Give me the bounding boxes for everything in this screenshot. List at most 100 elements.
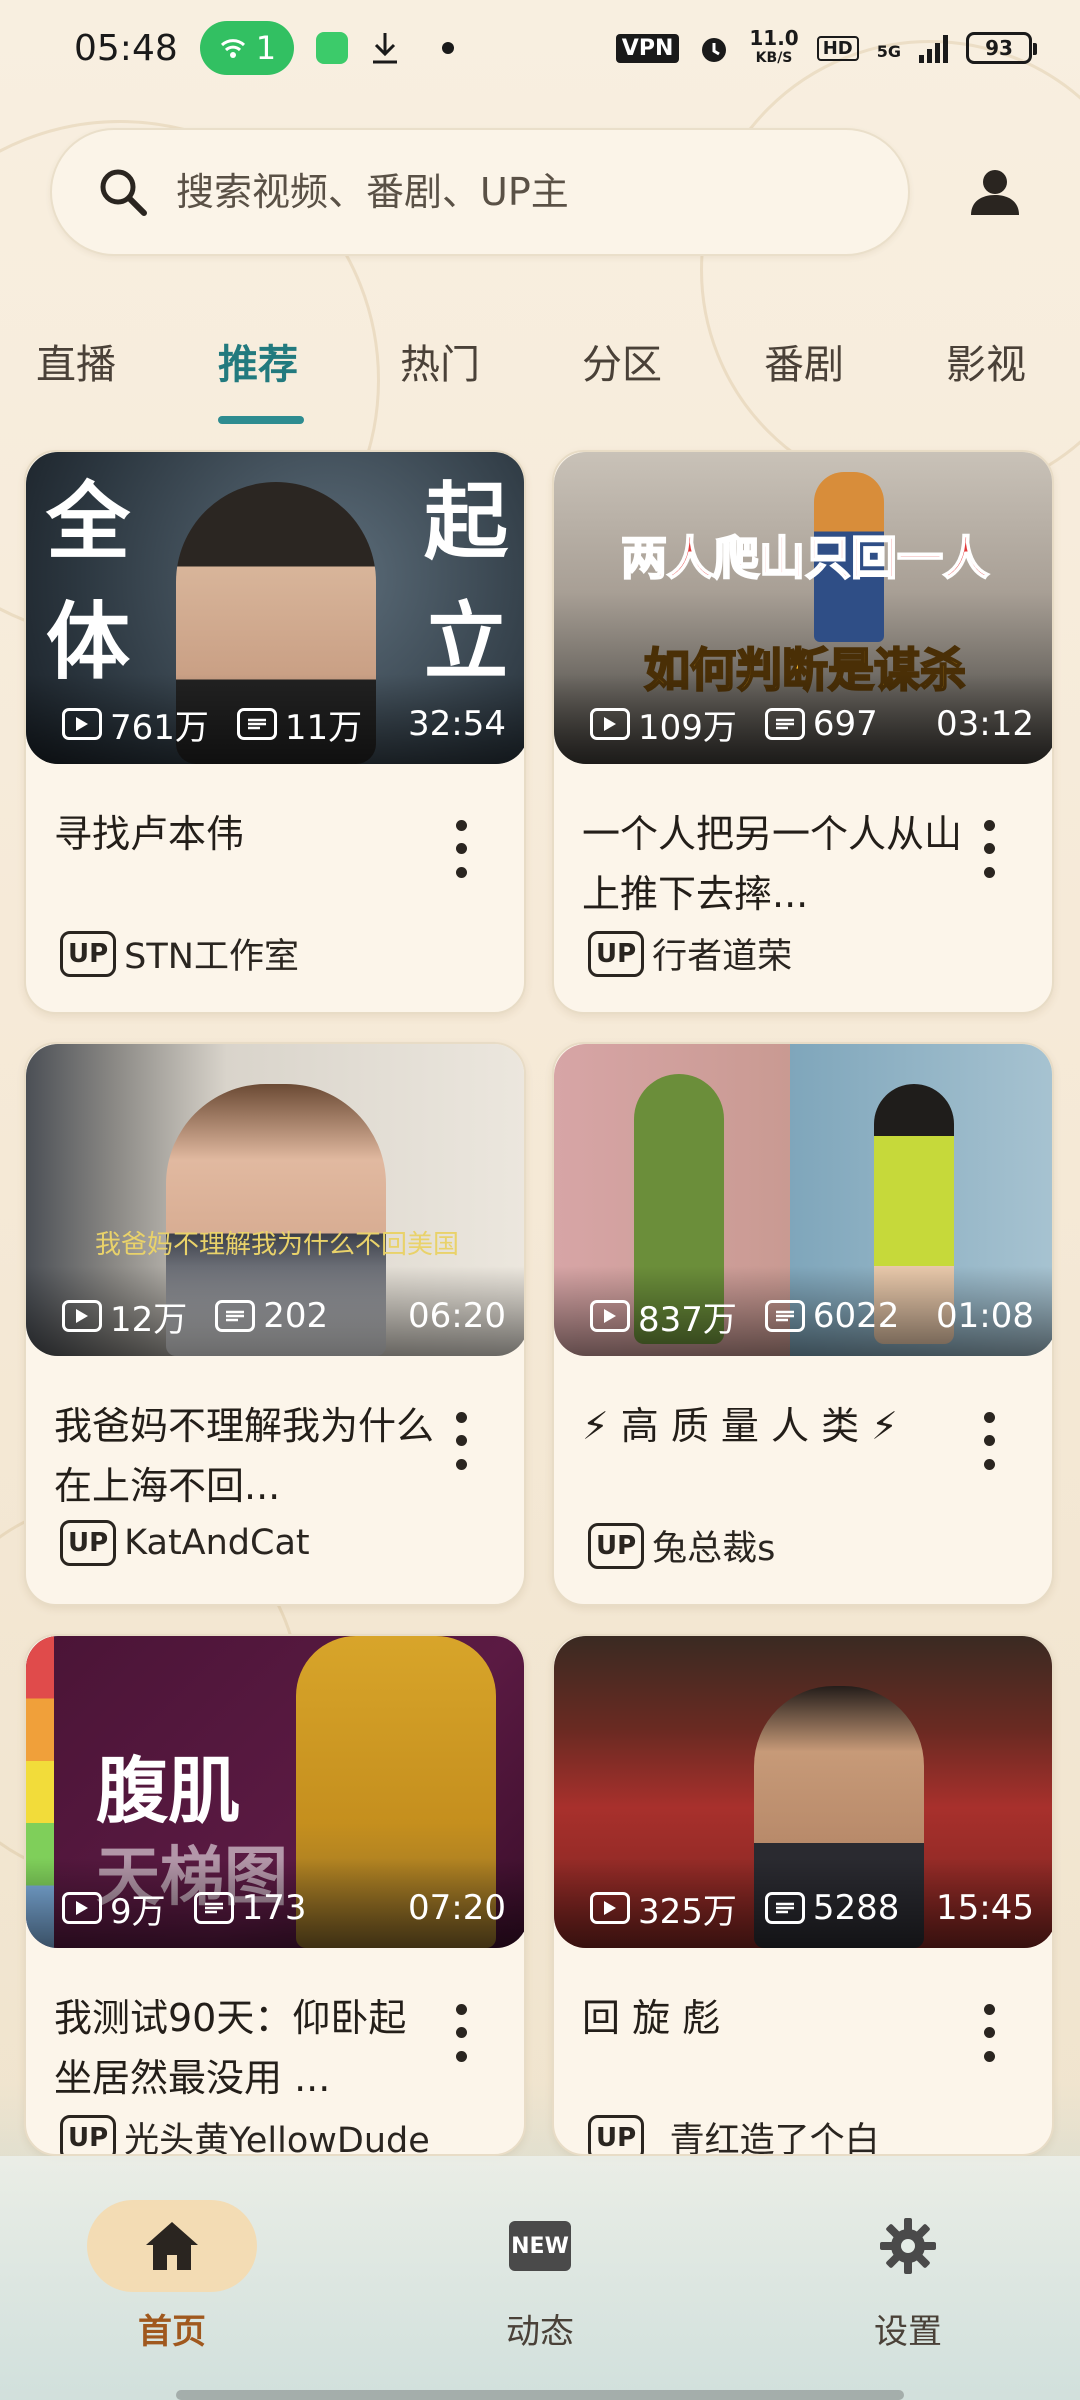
video-title[interactable]: 我测试90天：仰卧起坐居然最没用 ... — [54, 1988, 434, 2108]
video-card[interactable]: 我爸妈不理解我为什么不回美国 12万 202 06:20 我爸妈不理解我为什么在… — [24, 1042, 526, 1606]
video-thumbnail[interactable]: 325万 5288 15:45 — [554, 1636, 1052, 1948]
danmaku-count: 202 — [263, 1296, 329, 1336]
search-bar[interactable] — [50, 128, 910, 256]
view-count: 761万 — [110, 707, 209, 748]
danmaku-count: 173 — [241, 1888, 307, 1928]
video-thumbnail[interactable]: 两人爬山只回一人 如何判断是谋杀 109万 697 03:12 — [554, 452, 1052, 764]
notification-dot-icon — [442, 42, 455, 54]
nav-dynamics-label: 动态 — [506, 2312, 574, 2352]
search-row — [50, 128, 1030, 256]
view-count: 109万 — [638, 707, 737, 748]
thumbnail-text-left: 全 体 — [46, 473, 131, 691]
hd-badge: HD — [816, 35, 859, 61]
video-title[interactable]: 一个人把另一个人从山上推下去摔... — [582, 804, 962, 924]
video-duration: 03:12 — [936, 704, 1034, 744]
thumbnail-caption: 我爸妈不理解我为什么不回美国 — [94, 1230, 459, 1260]
tab-indicator — [218, 416, 304, 424]
danmaku-icon — [764, 708, 805, 740]
video-duration: 15:45 — [936, 1888, 1034, 1928]
download-icon — [373, 33, 398, 64]
video-thumbnail[interactable]: 全 体 起 立 761万 11万 32:54 — [26, 452, 524, 764]
more-options-button[interactable] — [974, 1998, 1004, 2068]
tab-zones[interactable]: 分区 — [582, 332, 662, 390]
gesture-bar[interactable] — [176, 2390, 904, 2400]
tab-live[interactable]: 直播 — [36, 332, 116, 390]
video-thumbnail[interactable]: 腹肌 天梯图 9万 173 07:20 — [26, 1636, 524, 1948]
nav-home[interactable]: 首页 — [72, 2200, 272, 2353]
tab-hot[interactable]: 热门 — [400, 332, 480, 390]
danmaku-count: 6022 — [812, 1296, 900, 1336]
danmaku-count: 697 — [812, 704, 878, 744]
gear-icon — [880, 2218, 936, 2274]
danmaku-icon — [215, 1300, 256, 1332]
danmaku-icon — [236, 708, 277, 740]
message-app-icon — [316, 32, 349, 64]
nav-dynamics-pill: NEW — [455, 2200, 625, 2292]
thumbnail-text-right: 起 立 — [423, 473, 508, 691]
nav-settings-label: 设置 — [874, 2312, 942, 2352]
user-icon — [971, 170, 1019, 215]
tab-bangumi[interactable]: 番剧 — [764, 332, 844, 390]
uploader[interactable]: UP _青红造了个白_ — [588, 2112, 898, 2156]
danmaku-icon — [764, 1300, 805, 1332]
tab-recommend[interactable]: 推荐 — [218, 332, 298, 390]
more-options-button[interactable] — [446, 1998, 476, 2068]
profile-button[interactable] — [960, 157, 1030, 227]
alarm-icon — [702, 38, 727, 62]
uploader[interactable]: UP 光头黄YellowDude — [60, 2112, 430, 2156]
video-stats: 325万 5288 15:45 — [554, 1886, 1052, 1932]
video-thumbnail[interactable]: 837万 6022 01:08 — [554, 1044, 1052, 1356]
danmaku-icon — [764, 1892, 805, 1924]
more-options-button[interactable] — [974, 1406, 1004, 1476]
video-thumbnail[interactable]: 我爸妈不理解我为什么不回美国 12万 202 06:20 — [26, 1044, 524, 1356]
search-input[interactable] — [176, 170, 816, 214]
video-title[interactable]: 回 旋 彪 — [582, 1988, 962, 2048]
play-count-icon — [590, 708, 630, 740]
more-options-button[interactable] — [446, 814, 476, 884]
uploader-name: _青红造了个白_ — [652, 2121, 898, 2156]
more-options-button[interactable] — [974, 814, 1004, 884]
video-title[interactable]: ⚡ 高 质 量 人 类 ⚡ — [582, 1396, 962, 1456]
video-stats: 12万 202 06:20 — [26, 1294, 524, 1340]
up-badge-icon: UP — [588, 1522, 645, 1569]
vpn-badge: VPN — [615, 33, 680, 63]
uploader[interactable]: UP 兔总裁s — [588, 1520, 775, 1571]
video-title[interactable]: 寻找卢本伟 — [54, 804, 434, 864]
video-duration: 06:20 — [408, 1296, 506, 1336]
more-options-button[interactable] — [446, 1406, 476, 1476]
home-icon — [146, 2222, 198, 2270]
nav-settings-pill — [823, 2200, 993, 2292]
uploader[interactable]: UP 行者道荣 — [588, 928, 792, 979]
play-count-icon — [62, 708, 102, 740]
video-stats: 109万 697 03:12 — [554, 702, 1052, 748]
nav-settings[interactable]: 设置 — [808, 2200, 1008, 2353]
video-stats: 761万 11万 32:54 — [26, 702, 524, 748]
video-card[interactable]: 两人爬山只回一人 如何判断是谋杀 109万 697 03:12 一个人把另一个人… — [552, 450, 1054, 1014]
uploader-name: STN工作室 — [124, 937, 299, 977]
view-count: 837万 — [638, 1299, 737, 1340]
nav-dynamics[interactable]: NEW 动态 — [440, 2200, 640, 2353]
video-title[interactable]: 我爸妈不理解我为什么在上海不回... — [54, 1396, 434, 1516]
video-card[interactable]: 325万 5288 15:45 回 旋 彪 UP _青红造了个白_ — [552, 1634, 1054, 2156]
up-badge-icon: UP — [60, 2114, 117, 2154]
uploader[interactable]: UP STN工作室 — [60, 928, 299, 979]
video-duration: 01:08 — [936, 1296, 1034, 1336]
bottom-navigation: 首页 NEW 动态 设置 — [0, 2156, 1080, 2400]
signal-icon — [919, 33, 948, 63]
video-card[interactable]: 全 体 起 立 761万 11万 32:54 寻找卢本伟 UP STN工作室 — [24, 450, 526, 1014]
uploader-name: 光头黄YellowDude — [124, 2121, 430, 2156]
video-card[interactable]: 837万 6022 01:08 ⚡ 高 质 量 人 类 ⚡ UP 兔总裁s — [552, 1042, 1054, 1606]
up-badge-icon: UP — [60, 930, 117, 977]
up-badge-icon: UP — [588, 2114, 645, 2154]
danmaku-count: 11万 — [284, 707, 363, 748]
hotspot-indicator: 1 — [199, 21, 295, 75]
danmaku-icon — [193, 1892, 234, 1924]
uploader-name: 行者道荣 — [652, 937, 793, 977]
hotspot-count: 1 — [255, 29, 277, 67]
uploader[interactable]: UP KatAndCat — [60, 1520, 310, 1566]
video-stats: 9万 173 07:20 — [26, 1886, 524, 1932]
play-count-icon — [590, 1300, 630, 1332]
search-icon — [100, 169, 147, 216]
tab-movies[interactable]: 影视 — [946, 332, 1026, 390]
video-card[interactable]: 腹肌 天梯图 9万 173 07:20 我测试90天：仰卧起坐居然最没用 ...… — [24, 1634, 526, 2156]
